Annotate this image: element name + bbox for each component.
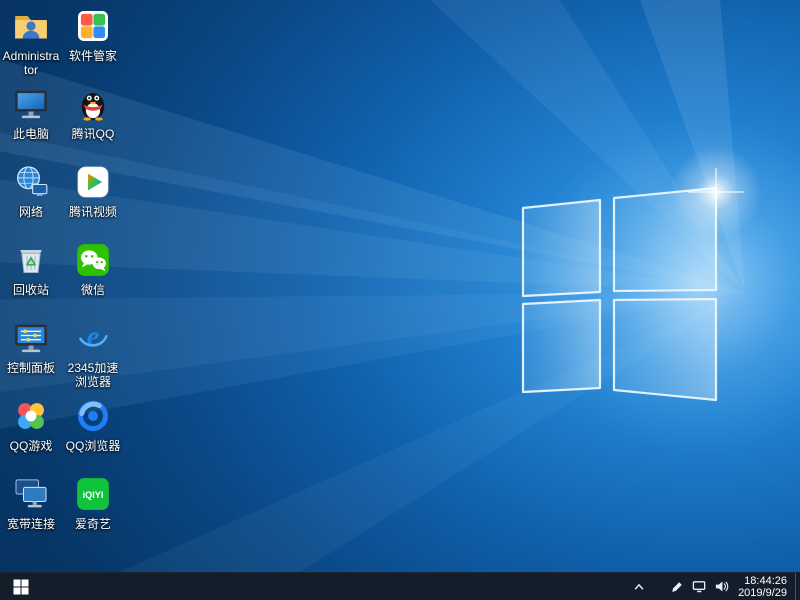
desktop-icon-software-manager[interactable]: 软件管家 — [63, 4, 123, 82]
desktop-icon-2345-browser[interactable]: e 2345加速浏览器 — [63, 316, 123, 394]
volume-icon[interactable] — [710, 573, 732, 600]
desktop-icon-label: 网络 — [19, 205, 43, 219]
wechat-icon — [73, 240, 113, 280]
desktop-icon-label: Administrator — [1, 49, 61, 77]
desktop-icon-label: 回收站 — [13, 283, 49, 297]
desktop-icon-label: 2345加速浏览器 — [63, 361, 123, 389]
system-tray: 18:44:26 2019/9/29 — [628, 573, 800, 600]
desktop-icon-tencent-video[interactable]: 腾讯视频 — [63, 160, 123, 238]
software-manager-icon — [73, 6, 113, 46]
qq-games-icon — [11, 396, 51, 436]
desktop-icon-broadband-connection[interactable]: 宽带连接 — [1, 472, 61, 550]
desktop-icon-column-1: Administrator 此电脑 — [1, 4, 61, 550]
desktop-icon-label: 宽带连接 — [7, 517, 55, 531]
desktop-icon-this-pc[interactable]: 此电脑 — [1, 82, 61, 160]
desktop-icon-label: 微信 — [81, 283, 105, 297]
taskbar: 18:44:26 2019/9/29 — [0, 572, 800, 600]
network-status-icon[interactable] — [688, 573, 710, 600]
broadband-connection-icon — [11, 474, 51, 514]
desktop-icon-administrator[interactable]: Administrator — [1, 4, 61, 82]
user-folder-icon — [11, 6, 51, 46]
hidden-icons-chevron-icon[interactable] — [628, 573, 650, 600]
desktop-icon-label: 腾讯QQ — [72, 127, 115, 141]
desktop-icon-recycle-bin[interactable]: 回收站 — [1, 238, 61, 316]
desktop-icon-label: 此电脑 — [13, 127, 49, 141]
control-panel-icon — [11, 318, 51, 358]
desktop-icon-qq-browser[interactable]: QQ浏览器 — [63, 394, 123, 472]
desktop-icon-label: QQ游戏 — [10, 439, 53, 453]
svg-text:e: e — [87, 322, 100, 353]
browser-2345-icon: e — [73, 318, 113, 358]
desktop-icon-tencent-qq[interactable]: 腾讯QQ — [63, 82, 123, 160]
qq-browser-icon — [73, 396, 113, 436]
desktop-icon-control-panel[interactable]: 控制面板 — [1, 316, 61, 394]
tencent-video-icon — [73, 162, 113, 202]
desktop-icon-label: 爱奇艺 — [75, 517, 111, 531]
desktop-icon-label: 腾讯视频 — [69, 205, 117, 219]
desktop-icon-qq-games[interactable]: QQ游戏 — [1, 394, 61, 472]
iqiyi-logo-text: iQIYI — [83, 490, 104, 500]
desktop-icon-wechat[interactable]: 微信 — [63, 238, 123, 316]
clock-date: 2019/9/29 — [738, 587, 787, 599]
desktop-icon-label: 控制面板 — [7, 361, 55, 375]
desktop-icon-label: 软件管家 — [69, 49, 117, 63]
desktop-icon-network[interactable]: 网络 — [1, 160, 61, 238]
taskbar-clock[interactable]: 18:44:26 2019/9/29 — [732, 573, 795, 600]
qq-penguin-icon — [73, 84, 113, 124]
show-desktop-button[interactable] — [795, 573, 800, 600]
desktop: Administrator 此电脑 — [0, 0, 800, 600]
this-pc-icon — [11, 84, 51, 124]
windows-start-icon — [13, 579, 29, 595]
network-globe-icon — [11, 162, 51, 202]
iqiyi-icon: iQIYI — [73, 474, 113, 514]
recycle-bin-icon — [11, 240, 51, 280]
pen-input-icon[interactable] — [666, 573, 688, 600]
start-button[interactable] — [0, 573, 42, 600]
clock-time: 18:44:26 — [744, 575, 787, 587]
desktop-icon-column-2: 软件管家 腾讯QQ — [63, 4, 123, 550]
desktop-icon-iqiyi[interactable]: iQIYI 爱奇艺 — [63, 472, 123, 550]
desktop-icon-label: QQ浏览器 — [66, 439, 121, 453]
